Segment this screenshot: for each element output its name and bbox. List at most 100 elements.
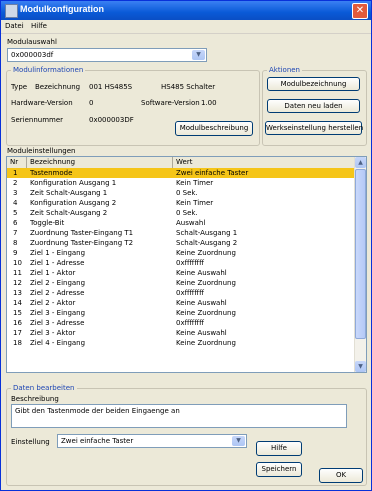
table-row[interactable]: 15 Ziel 3 - Eingang Keine Zuordnung xyxy=(7,308,355,318)
cell-wert: Keine Zuordnung xyxy=(176,279,236,287)
cell-bezeichnung: Zuordnung Taster-Eingang T2 xyxy=(30,239,134,247)
cell-nr: 13 xyxy=(13,289,22,297)
table-row[interactable]: 18 Ziel 4 - Eingang Keine Zuordnung xyxy=(7,338,355,348)
table-row[interactable]: 14 Ziel 2 - Aktor Keine Auswahl xyxy=(7,298,355,308)
cell-nr: 2 xyxy=(13,179,18,187)
app-icon xyxy=(5,4,18,18)
seriennummer-value: 0x000003DF xyxy=(89,116,134,124)
cell-wert: Auswahl xyxy=(176,219,206,227)
cell-wert: 0xffffffff xyxy=(176,319,204,327)
table-row[interactable]: 10 Ziel 1 - Adresse 0xffffffff xyxy=(7,258,355,268)
beschreibung-label: Beschreibung xyxy=(11,395,59,403)
modulbezeichnung-button[interactable]: Modulbezeichnung xyxy=(267,77,360,91)
table-row[interactable]: 13 Ziel 2 - Adresse 0xffffffff xyxy=(7,288,355,298)
close-icon: ✕ xyxy=(355,5,365,16)
software-version-value: 1.00 xyxy=(201,99,217,107)
column-header-nr[interactable]: Nr xyxy=(7,157,27,168)
cell-bezeichnung: Konfiguration Ausgang 1 xyxy=(30,179,117,187)
cell-bezeichnung: Toggle-Bit xyxy=(30,219,65,227)
einstellung-select[interactable]: Zwei einfache Taster ▼ xyxy=(57,434,247,448)
hardware-version-label: Hardware-Version xyxy=(11,99,73,107)
table-row[interactable]: 9 Ziel 1 - Eingang Keine Zuordnung xyxy=(7,248,355,258)
software-version-label: Software-Version xyxy=(141,99,200,107)
table-row[interactable]: 8 Zuordnung Taster-Eingang T2 Schalt-Ausga… xyxy=(7,238,355,248)
cell-nr: 9 xyxy=(13,249,18,257)
cell-nr: 4 xyxy=(13,199,18,207)
cell-nr: 15 xyxy=(13,309,22,317)
daten-bearbeiten-title: Daten bearbeiten xyxy=(11,384,77,392)
modulauswahl-select[interactable]: 0x000003df ▼ xyxy=(7,48,207,62)
cell-bezeichnung: Zuordnung Taster-Eingang T1 xyxy=(30,229,134,237)
cell-nr: 3 xyxy=(13,189,18,197)
cell-wert: 0 Sek. xyxy=(176,189,198,197)
cell-wert: Kein Timer xyxy=(176,199,214,207)
table-row[interactable]: 5 Zeit Schalt-Ausgang 2 0 Sek. xyxy=(7,208,355,218)
aktionen-title: Aktionen xyxy=(267,66,302,74)
table-row[interactable]: 17 Ziel 3 - Aktor Keine Auswahl xyxy=(7,328,355,338)
close-button[interactable]: ✕ xyxy=(352,3,368,19)
beschreibung-field: Gibt den Tastenmode der beiden Eingaenge… xyxy=(11,404,347,428)
einstellung-value: Zwei einfache Taster xyxy=(61,437,134,445)
cell-nr: 10 xyxy=(13,259,22,267)
ok-button[interactable]: OK xyxy=(319,468,363,483)
modulinformationen-title: Modulinformationen xyxy=(11,66,86,74)
table-row[interactable]: 7 Zuordnung Taster-Eingang T1 Schalt-Ausga… xyxy=(7,228,355,238)
cell-nr: 1 xyxy=(13,169,18,177)
cell-bezeichnung: Ziel 1 - Aktor xyxy=(30,269,76,277)
cell-bezeichnung: Konfiguration Ausgang 2 xyxy=(30,199,117,207)
window-title: Modulkonfiguration xyxy=(20,4,104,14)
cell-nr: 18 xyxy=(13,339,22,347)
daten-neu-laden-button[interactable]: Daten neu laden xyxy=(267,99,360,113)
cell-nr: 8 xyxy=(13,239,18,247)
cell-wert: Schalt-Ausgang 1 xyxy=(176,229,238,237)
hilfe-button[interactable]: Hilfe xyxy=(256,441,302,456)
moduleinstellungen-title: Moduleinstellungen xyxy=(7,147,76,155)
modulbeschreibung-button[interactable]: Modulbeschreibung xyxy=(175,121,253,136)
cell-nr: 16 xyxy=(13,319,22,327)
cell-nr: 5 xyxy=(13,209,18,217)
scroll-thumb[interactable] xyxy=(355,169,366,339)
menu-bar: Datei Hilfe xyxy=(1,20,371,34)
cell-wert: 0xffffffff xyxy=(176,289,204,297)
cell-nr: 6 xyxy=(13,219,18,227)
column-header-bezeichnung[interactable]: Bezeichnung xyxy=(27,157,173,168)
cell-wert: Zwei einfache Taster xyxy=(176,169,249,177)
table-row[interactable]: 12 Ziel 2 - Eingang Keine Zuordnung xyxy=(7,278,355,288)
cell-nr: 7 xyxy=(13,229,18,237)
cell-bezeichnung: Ziel 2 - Aktor xyxy=(30,299,76,307)
scroll-down-icon[interactable]: ▼ xyxy=(355,361,366,372)
table-row[interactable]: 6 Toggle-Bit Auswahl xyxy=(7,218,355,228)
table-row[interactable]: 1 Tastenmode Zwei einfache Taster xyxy=(7,168,355,178)
scroll-up-icon[interactable]: ▲ xyxy=(355,157,366,168)
table-row[interactable]: 3 Zeit Schalt-Ausgang 1 0 Sek. xyxy=(7,188,355,198)
cell-nr: 17 xyxy=(13,329,22,337)
table-row[interactable]: 16 Ziel 3 - Adresse 0xffffffff xyxy=(7,318,355,328)
vertical-scrollbar[interactable]: ▲ ▼ xyxy=(354,157,366,372)
cell-bezeichnung: Tastenmode xyxy=(30,169,73,177)
cell-wert: Keine Auswahl xyxy=(176,299,227,307)
cell-wert: Keine Zuordnung xyxy=(176,309,236,317)
beschreibung-text: Gibt den Tastenmode der beiden Eingaenge… xyxy=(15,407,180,415)
menu-datei[interactable]: Datei xyxy=(5,22,24,30)
werkseinstellung-button[interactable]: Werkseinstellung herstellen xyxy=(265,121,363,135)
cell-wert: 0xffffffff xyxy=(176,259,204,267)
chevron-down-icon[interactable]: ▼ xyxy=(192,50,205,60)
cell-wert: Kein Timer xyxy=(176,179,214,187)
seriennummer-label: Seriennummer xyxy=(11,116,64,124)
title-bar[interactable]: Modulkonfiguration ✕ xyxy=(1,1,371,20)
cell-bezeichnung: Zeit Schalt-Ausgang 2 xyxy=(30,209,108,217)
cell-nr: 12 xyxy=(13,279,22,287)
table-row[interactable]: 2 Konfiguration Ausgang 1 Kein Timer xyxy=(7,178,355,188)
column-header-wert[interactable]: Wert xyxy=(173,157,355,168)
menu-hilfe[interactable]: Hilfe xyxy=(31,22,47,30)
speichern-button[interactable]: Speichern xyxy=(256,462,302,477)
hardware-version-value: 0 xyxy=(89,99,94,107)
type-value: 001 HS485S xyxy=(89,83,133,91)
chevron-down-icon[interactable]: ▼ xyxy=(232,436,245,446)
table-row[interactable]: 4 Konfiguration Ausgang 2 Kein Timer xyxy=(7,198,355,208)
einstellung-label: Einstellung xyxy=(11,438,50,446)
cell-wert: Keine Zuordnung xyxy=(176,249,236,257)
table-row[interactable]: 11 Ziel 1 - Aktor Keine Auswahl xyxy=(7,268,355,278)
cell-nr: 14 xyxy=(13,299,22,307)
cell-wert: Keine Auswahl xyxy=(176,269,227,277)
